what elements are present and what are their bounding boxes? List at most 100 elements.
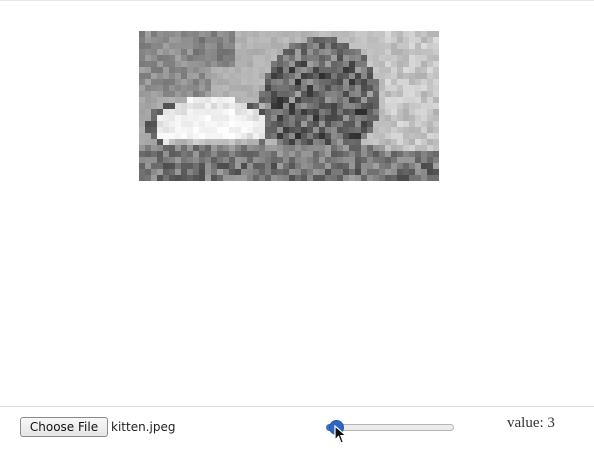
- image-pixel-block: [331, 139, 337, 145]
- image-pixel-block: [253, 55, 259, 61]
- image-pixel-block: [373, 133, 379, 139]
- image-pixel-block: [325, 139, 331, 145]
- image-pixel-block: [295, 67, 301, 73]
- image-pixel-block: [295, 85, 301, 91]
- pixel-size-slider[interactable]: [326, 419, 454, 435]
- image-pixel-block: [163, 37, 169, 43]
- image-pixel-block: [229, 121, 235, 127]
- image-pixel-block: [385, 133, 391, 139]
- image-pixel-block: [235, 133, 241, 139]
- image-pixel-block: [433, 169, 439, 175]
- image-pixel-block: [349, 121, 355, 127]
- image-pixel-block: [403, 61, 409, 67]
- image-pixel-block: [373, 79, 379, 85]
- image-pixel-block: [169, 31, 175, 37]
- image-pixel-block: [235, 163, 241, 169]
- image-pixel-block: [361, 49, 367, 55]
- image-pixel-block: [187, 73, 193, 79]
- image-pixel-block: [355, 73, 361, 79]
- image-pixel-block: [181, 157, 187, 163]
- image-pixel-block: [139, 169, 145, 175]
- image-pixel-block: [331, 163, 337, 169]
- image-pixel-block: [253, 109, 259, 115]
- image-pixel-block: [175, 109, 181, 115]
- choose-file-button[interactable]: Choose File: [20, 417, 108, 437]
- image-pixel-block: [235, 61, 241, 67]
- image-pixel-block: [397, 37, 403, 43]
- image-pixel-block: [259, 73, 265, 79]
- image-pixel-block: [325, 37, 331, 43]
- image-pixel-block: [427, 55, 433, 61]
- image-pixel-block: [229, 67, 235, 73]
- image-pixel-block: [277, 169, 283, 175]
- image-pixel-block: [409, 139, 415, 145]
- image-pixel-block: [331, 121, 337, 127]
- image-pixel-block: [151, 109, 157, 115]
- image-pixel-block: [217, 55, 223, 61]
- image-pixel-block: [193, 61, 199, 67]
- image-pixel-block: [433, 79, 439, 85]
- image-pixel-block: [361, 127, 367, 133]
- image-pixel-block: [283, 109, 289, 115]
- image-pixel-block: [163, 157, 169, 163]
- image-pixel-block: [427, 67, 433, 73]
- image-pixel-block: [289, 73, 295, 79]
- image-pixel-block: [253, 115, 259, 121]
- image-pixel-block: [145, 103, 151, 109]
- image-pixel-block: [367, 97, 373, 103]
- image-pixel-block: [235, 103, 241, 109]
- image-pixel-block: [355, 91, 361, 97]
- image-pixel-block: [169, 109, 175, 115]
- image-pixel-block: [169, 67, 175, 73]
- image-pixel-block: [367, 115, 373, 121]
- image-pixel-block: [205, 79, 211, 85]
- slider-track[interactable]: [326, 424, 454, 431]
- image-pixel-block: [433, 127, 439, 133]
- image-pixel-block: [193, 67, 199, 73]
- image-pixel-block: [217, 79, 223, 85]
- image-pixel-block: [229, 103, 235, 109]
- image-pixel-block: [289, 115, 295, 121]
- image-pixel-block: [265, 43, 271, 49]
- image-pixel-block: [145, 37, 151, 43]
- image-pixel-block: [307, 115, 313, 121]
- value-prefix: value:: [507, 415, 544, 431]
- image-pixel-block: [235, 157, 241, 163]
- image-pixel-block: [271, 139, 277, 145]
- image-pixel-block: [307, 157, 313, 163]
- image-pixel-block: [361, 43, 367, 49]
- image-pixel-block: [361, 55, 367, 61]
- image-pixel-block: [199, 169, 205, 175]
- image-pixel-block: [397, 49, 403, 55]
- image-pixel-block: [241, 31, 247, 37]
- image-pixel-block: [145, 109, 151, 115]
- image-pixel-block: [409, 115, 415, 121]
- image-pixel-block: [175, 169, 181, 175]
- image-pixel-block: [313, 43, 319, 49]
- image-pixel-block: [361, 163, 367, 169]
- image-pixel-block: [163, 49, 169, 55]
- image-pixel-block: [313, 157, 319, 163]
- image-pixel-block: [295, 169, 301, 175]
- image-pixel-block: [169, 169, 175, 175]
- slider-thumb[interactable]: [329, 420, 344, 435]
- image-pixel-block: [151, 85, 157, 91]
- image-pixel-block: [277, 97, 283, 103]
- image-pixel-block: [289, 55, 295, 61]
- image-pixel-block: [343, 127, 349, 133]
- image-pixel-block: [397, 79, 403, 85]
- image-pixel-block: [181, 73, 187, 79]
- image-pixel-block: [211, 145, 217, 151]
- image-pixel-block: [295, 157, 301, 163]
- image-pixel-block: [139, 175, 145, 181]
- image-pixel-block: [307, 133, 313, 139]
- image-pixel-block: [169, 85, 175, 91]
- image-pixel-block: [415, 49, 421, 55]
- image-pixel-block: [259, 151, 265, 157]
- image-pixel-block: [403, 67, 409, 73]
- image-pixel-block: [205, 109, 211, 115]
- image-pixel-block: [349, 31, 355, 37]
- image-pixel-block: [397, 127, 403, 133]
- image-pixel-block: [271, 145, 277, 151]
- image-pixel-block: [139, 163, 145, 169]
